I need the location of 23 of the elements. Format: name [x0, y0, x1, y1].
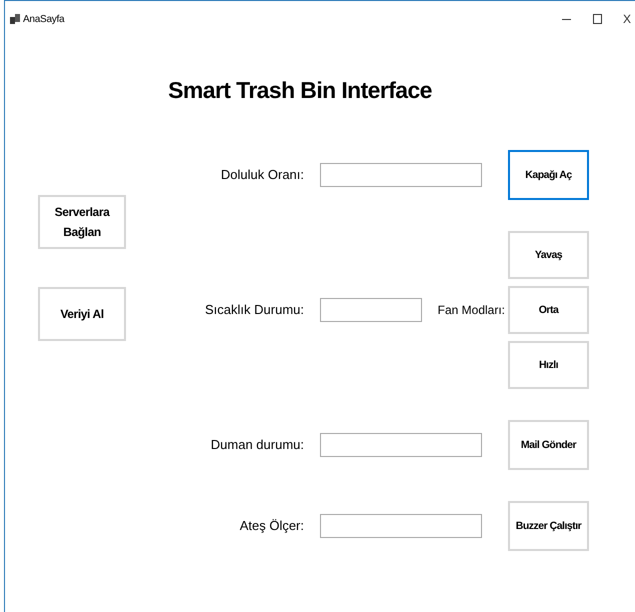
- action-button[interactable]: Kapağı Aç: [508, 150, 589, 200]
- action-button[interactable]: Serverlara Bağlan: [38, 195, 126, 249]
- window-title: AnaSayfa: [23, 12, 64, 26]
- action-button[interactable]: Mail Gönder: [508, 420, 589, 470]
- input-field[interactable]: [320, 514, 482, 538]
- field-label: Duman durumu:: [210, 436, 304, 454]
- input-field[interactable]: [320, 433, 482, 457]
- field-label: Sıcaklık Durumu:: [205, 301, 304, 320]
- action-button[interactable]: Yavaş: [508, 231, 589, 279]
- action-button[interactable]: Buzzer Çalıştır: [508, 501, 589, 551]
- app-icon: [10, 14, 20, 24]
- maximize-icon[interactable]: [592, 14, 602, 24]
- input-field[interactable]: [320, 163, 482, 187]
- input-field[interactable]: [320, 298, 422, 322]
- close-button[interactable]: X: [622, 10, 631, 28]
- action-button[interactable]: Orta: [508, 286, 589, 334]
- group-label: Fan Modları:: [438, 302, 505, 319]
- action-button[interactable]: Hızlı: [508, 341, 589, 389]
- field-label: Ateş Ölçer:: [240, 517, 304, 536]
- heading: Smart Trash Bin Interface: [168, 76, 432, 103]
- action-button[interactable]: Veriyi Al: [38, 287, 126, 341]
- field-label: Doluluk Oranı:: [220, 166, 304, 184]
- minimize-icon[interactable]: [562, 18, 571, 20]
